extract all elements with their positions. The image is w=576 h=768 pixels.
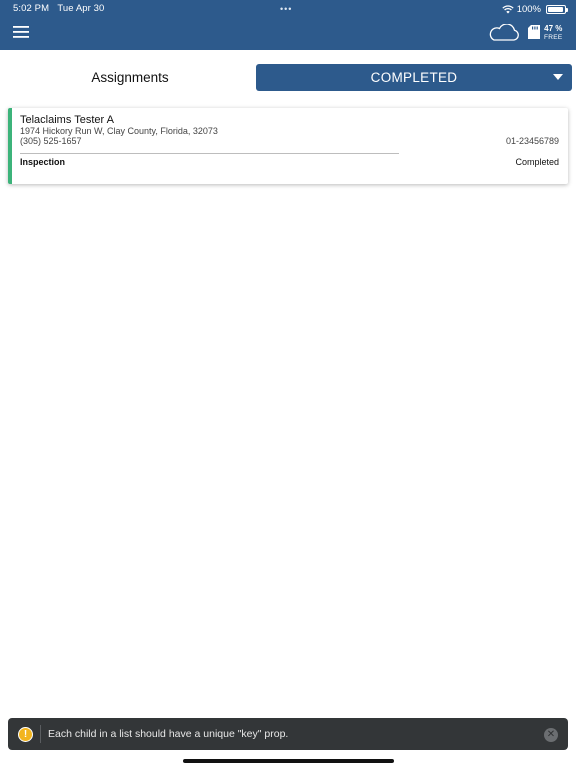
toast-separator xyxy=(40,725,41,743)
app-header: 5:02 PM Tue Apr 30 ••• 100% 47 % FREE xyxy=(0,0,576,50)
storage-indicator: 47 % FREE xyxy=(544,24,563,42)
status-filter-dropdown[interactable]: COMPLETED xyxy=(256,64,572,91)
assignment-status: Completed xyxy=(515,157,559,167)
storage-percent: 47 % xyxy=(544,24,563,33)
assignment-card[interactable]: Telaclaims Tester A 1974 Hickory Run W, … xyxy=(8,108,568,184)
hamburger-menu-icon[interactable] xyxy=(13,26,29,38)
wifi-icon xyxy=(502,4,514,13)
status-time-text: 5:02 PM xyxy=(13,3,50,14)
home-indicator[interactable] xyxy=(183,759,394,763)
cloud-sync-icon[interactable] xyxy=(487,24,521,42)
battery-icon xyxy=(546,4,568,14)
status-bar-right: 100% xyxy=(502,3,568,15)
status-date-text: Tue Apr 30 xyxy=(57,3,105,14)
chevron-down-icon xyxy=(553,74,563,80)
close-icon[interactable]: ✕ xyxy=(544,728,558,742)
status-filter-value: COMPLETED xyxy=(370,70,458,85)
toast-message: Each child in a list should have a uniqu… xyxy=(48,728,289,740)
sd-card-icon xyxy=(528,25,540,39)
battery-percent: 100% xyxy=(516,3,541,15)
assignment-type: Inspection xyxy=(20,157,66,167)
phone-number: (305) 525-1657 xyxy=(20,136,82,146)
assignments-title: Assignments xyxy=(91,70,169,85)
storage-label: FREE xyxy=(544,34,563,41)
status-bar-time: 5:02 PM Tue Apr 30 xyxy=(13,3,104,14)
card-divider xyxy=(20,153,399,154)
insured-name: Telaclaims Tester A xyxy=(20,114,114,126)
warning-icon: ! xyxy=(18,727,33,742)
warning-toast[interactable]: ! Each child in a list should have a uni… xyxy=(8,718,568,750)
multitasking-dots-icon[interactable]: ••• xyxy=(280,4,292,14)
claim-number: 01-23456789 xyxy=(505,136,559,146)
property-address: 1974 Hickory Run W, Clay County, Florida… xyxy=(20,126,218,136)
